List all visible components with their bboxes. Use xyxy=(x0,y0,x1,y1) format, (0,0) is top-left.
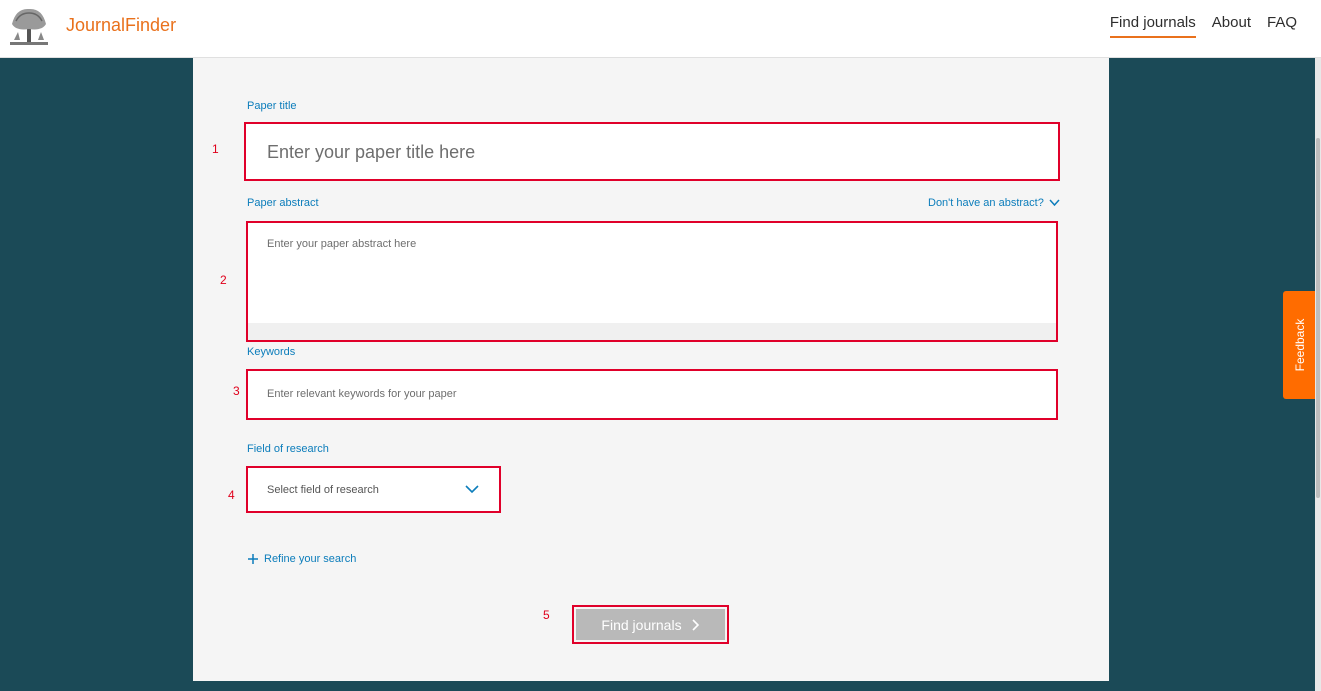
scrollbar-thumb[interactable] xyxy=(1316,138,1320,498)
brand-name[interactable]: JournalFinder xyxy=(66,15,176,36)
find-journals-button[interactable]: Find journals xyxy=(572,605,729,644)
feedback-label: Feedback xyxy=(1293,318,1307,372)
no-abstract-toggle-label: Don't have an abstract? xyxy=(928,197,1044,209)
refine-search-label: Refine your search xyxy=(264,553,357,565)
marker-2: 2 xyxy=(220,273,227,287)
plus-icon xyxy=(248,554,258,564)
no-abstract-toggle[interactable]: Don't have an abstract? xyxy=(928,197,1060,209)
top-navigation-bar: JournalFinder Find journals About FAQ xyxy=(0,0,1321,58)
marker-1: 1 xyxy=(212,142,219,156)
refine-search-link[interactable]: Refine your search xyxy=(248,553,356,565)
paper-title-placeholder: Enter your paper title here xyxy=(267,142,476,162)
chevron-right-icon xyxy=(692,618,699,631)
paper-abstract-textarea[interactable]: Enter your paper abstract here xyxy=(246,221,1058,342)
nav-find-journals[interactable]: Find journals xyxy=(1109,14,1196,38)
keywords-placeholder: Enter relevant keywords for your paper xyxy=(267,388,457,400)
chevron-down-icon xyxy=(465,485,479,494)
marker-5: 5 xyxy=(543,608,550,622)
search-form-panel: Paper title 1 Enter your paper title her… xyxy=(193,58,1109,681)
feedback-tab[interactable]: Feedback xyxy=(1283,291,1317,399)
nav-about[interactable]: About xyxy=(1212,14,1251,38)
marker-4: 4 xyxy=(228,488,235,502)
marker-3: 3 xyxy=(233,384,240,398)
paper-title-input[interactable]: Enter your paper title here xyxy=(244,122,1060,181)
page-scrollbar[interactable] xyxy=(1315,58,1321,691)
nav-faq[interactable]: FAQ xyxy=(1267,14,1297,38)
field-of-research-selected: Select field of research xyxy=(267,484,379,496)
find-journals-button-body: Find journals xyxy=(576,609,725,640)
keywords-label: Keywords xyxy=(247,346,296,358)
chevron-down-icon xyxy=(1049,199,1060,207)
find-journals-button-label: Find journals xyxy=(601,616,682,633)
paper-abstract-placeholder: Enter your paper abstract here xyxy=(267,238,417,250)
elsevier-tree-logo-icon[interactable] xyxy=(6,4,52,50)
keywords-input[interactable]: Enter relevant keywords for your paper xyxy=(246,369,1058,420)
field-of-research-select[interactable]: Select field of research xyxy=(246,466,501,513)
main-nav: Find journals About FAQ xyxy=(1109,14,1297,38)
paper-title-label: Paper title xyxy=(247,100,297,112)
paper-abstract-label: Paper abstract xyxy=(247,197,319,209)
field-of-research-label: Field of research xyxy=(247,443,329,455)
